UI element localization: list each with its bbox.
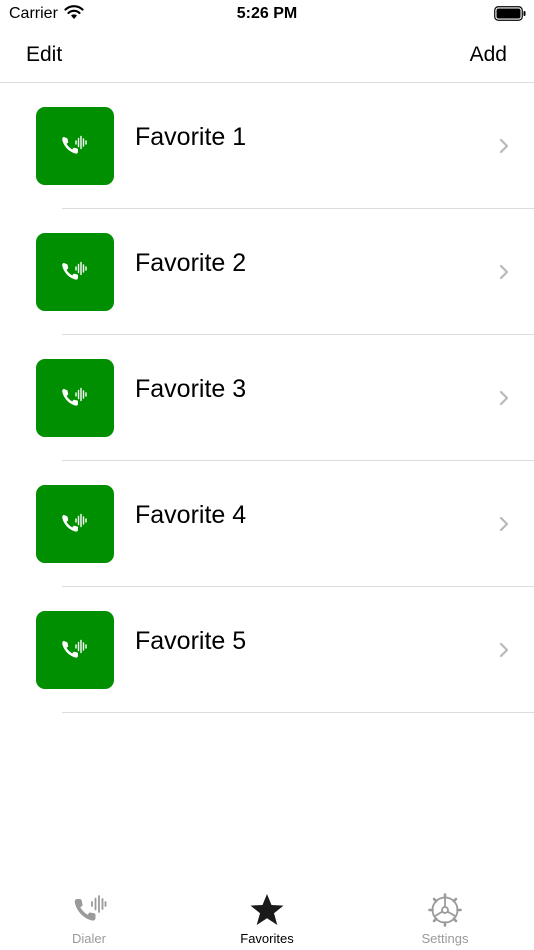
phone-waveform-icon (62, 387, 87, 406)
favorite-tile (36, 359, 114, 437)
chevron-right-icon (499, 516, 509, 532)
chevron-right-icon (499, 390, 509, 406)
tab-label: Dialer (72, 931, 106, 946)
favorite-label: Favorite 5 (135, 627, 247, 655)
status-bar: Carrier 5:26 PM (0, 0, 534, 28)
star-icon (250, 894, 284, 925)
chevron-right-icon (499, 138, 509, 154)
favorite-label: Favorite 4 (135, 501, 247, 529)
favorite-label: Favorite 3 (135, 375, 247, 403)
chevron-right-icon (499, 264, 509, 280)
phone-waveform-icon (62, 513, 87, 532)
favorites-list: Favorite 1 Favorite 2 Favorite 3 Favorit… (0, 83, 534, 713)
navigation-bar: Edit Add (0, 28, 534, 83)
status-time: 5:26 PM (236, 5, 298, 22)
favorite-tile (36, 485, 114, 563)
tab-favorites[interactable]: Favorites (178, 886, 356, 950)
favorite-tile (36, 233, 114, 311)
tab-label: Settings (421, 931, 469, 946)
tab-bar: Dialer Favorites Settings (0, 886, 534, 950)
tab-settings[interactable]: Settings (356, 886, 534, 950)
chevron-right-icon (499, 642, 509, 658)
phone-waveform-icon (74, 895, 107, 921)
battery-icon (494, 6, 526, 21)
tab-label: Favorites (240, 931, 294, 946)
favorite-label: Favorite 1 (135, 123, 247, 151)
favorite-row[interactable]: Favorite 3 (0, 335, 534, 461)
add-button[interactable]: Add (470, 43, 507, 67)
gear-icon (428, 893, 462, 927)
phone-waveform-icon (62, 639, 87, 658)
tab-dialer[interactable]: Dialer (0, 886, 178, 950)
phone-waveform-icon (62, 261, 87, 280)
favorite-label: Favorite 2 (135, 249, 247, 277)
favorite-row[interactable]: Favorite 5 (0, 587, 534, 713)
favorite-row[interactable]: Favorite 2 (0, 209, 534, 335)
favorite-tile (36, 107, 114, 185)
favorite-row[interactable]: Favorite 4 (0, 461, 534, 587)
phone-waveform-icon (62, 135, 87, 154)
favorite-tile (36, 611, 114, 689)
favorite-row[interactable]: Favorite 1 (0, 83, 534, 209)
edit-button[interactable]: Edit (26, 43, 62, 67)
